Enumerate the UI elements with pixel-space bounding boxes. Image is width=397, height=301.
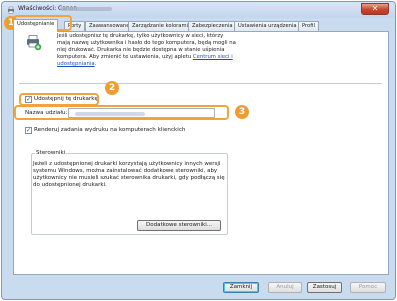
callout-badge-3: 3 [235,105,249,119]
render-jobs-checkbox[interactable]: ✓ [25,127,32,134]
tab-advanced[interactable]: Zaawansowane [85,21,134,31]
tab-sharing[interactable]: Udostępnianie [13,19,59,32]
drivers-legend: Sterowniki [35,150,67,156]
printer-icon [8,6,14,14]
checkmark-icon: ✓ [26,127,32,134]
tab-color-management[interactable]: Zarządzanie kolorami [128,21,192,31]
drivers-group: Sterowniki Jeżeli z udostępnionej drukar… [31,150,228,235]
callout-highlight-share-name [14,105,229,120]
help-button[interactable]: Pomoc [350,282,386,293]
additional-drivers-button[interactable]: Dodatkowe sterowniki... [137,220,221,231]
tab-profile[interactable]: Profil [298,21,319,31]
render-jobs-label: Renderuj zadania wydruku na komputerach … [34,127,186,133]
redacted-model-name [60,7,112,11]
divider [19,83,382,84]
network-share-icon [27,35,42,51]
close-dialog-button[interactable]: Zamknij [223,282,259,293]
tab-device-settings[interactable]: Ustawienia urządzenia [234,21,301,31]
close-icon: ✕ [371,4,379,13]
drivers-description: Jeżeli z udostępnionej drukarki korzysta… [33,161,225,188]
callout-badge-2: 2 [105,81,119,95]
cancel-button[interactable]: Anuluj [268,282,302,293]
close-button[interactable]: ✕ [361,3,389,15]
sharing-info-text: Jeśli udostępnisz tę drukarkę, tylko uży… [57,33,236,67]
tab-security[interactable]: Zabezpieczenia [188,21,237,31]
apply-button[interactable]: Zastosuj [307,282,342,293]
